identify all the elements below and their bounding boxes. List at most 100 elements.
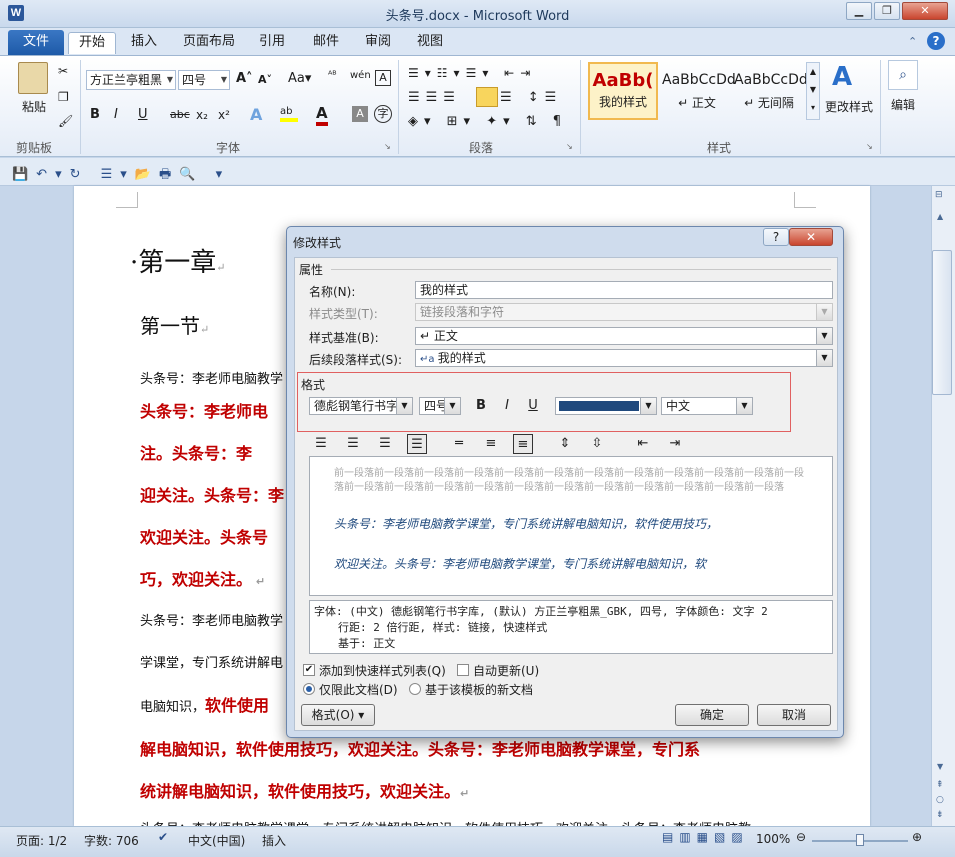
ribbon-collapse-icon[interactable]: ⌃ (908, 35, 917, 48)
new-documents-radio[interactable] (409, 683, 421, 695)
format-menu-button[interactable]: 格式(O) ▾ (301, 704, 375, 726)
next-style-select[interactable]: ↵a 我的样式 ▼ (415, 349, 833, 367)
tab-file[interactable]: 文件 (8, 30, 64, 55)
align-right-button[interactable]: ☰ (375, 434, 395, 454)
tab-references[interactable]: 引用 (252, 32, 292, 54)
paste-button[interactable]: 粘贴 (14, 98, 54, 115)
underline-button[interactable]: U (138, 107, 148, 122)
zoom-slider-thumb[interactable] (856, 834, 864, 846)
italic-button[interactable]: I (114, 107, 118, 122)
only-this-document-radio[interactable] (303, 683, 315, 695)
cancel-button[interactable]: 取消 (757, 704, 831, 726)
tab-page-layout[interactable]: 页面布局 (178, 32, 240, 54)
style-name-input[interactable]: 我的样式 (415, 281, 833, 299)
ruler-toggle-icon[interactable]: ⊟ (935, 190, 943, 200)
style-my-style[interactable]: AaBb( 我的样式 (588, 62, 658, 120)
auto-update-checkbox[interactable] (457, 664, 469, 676)
styles-scroll-icon[interactable]: ▲ ▼ ▾ (806, 62, 820, 120)
change-styles-icon[interactable]: A (832, 62, 852, 92)
dialog-italic-button[interactable]: I (497, 396, 517, 416)
align-justify-button[interactable]: ☰ (407, 434, 427, 454)
ok-button[interactable]: 确定 (675, 704, 749, 726)
view-buttons[interactable]: ▤▥▦▧▨ (662, 830, 749, 844)
add-quick-style-checkbox[interactable]: ✔ (303, 664, 315, 676)
clear-formatting-icon[interactable]: ᴬᴮ (328, 70, 337, 81)
word-count[interactable]: 字数: 706 (84, 832, 139, 849)
single-spacing-button[interactable]: ═ (449, 434, 469, 454)
distribute-line-spacing-buttons[interactable]: ☰ ↕☰ (500, 90, 562, 105)
dialog-script-select[interactable]: 中文 ▼ (661, 397, 753, 415)
font-name-combo[interactable]: 方正兰亭粗黑 ▼ (86, 70, 176, 90)
maximize-button[interactable]: ❐ (874, 2, 900, 20)
zoom-in-icon[interactable]: ⊕ (912, 830, 922, 844)
paragraph-dialog-launcher-icon[interactable]: ↘ (566, 142, 573, 151)
scroll-down-icon[interactable]: ▼ (937, 762, 943, 771)
minimize-button[interactable]: ▁ (846, 2, 872, 20)
tab-insert[interactable]: 插入 (124, 32, 164, 54)
text-effects-icon[interactable]: A (250, 105, 262, 124)
scroll-up-icon[interactable]: ▲ (937, 212, 943, 221)
character-shading-icon[interactable]: A (352, 106, 368, 122)
editing-button[interactable]: 编辑 (884, 96, 922, 113)
increase-paragraph-spacing-button[interactable]: ⇕ (555, 434, 575, 454)
double-spacing-button[interactable]: ≡ (513, 434, 533, 454)
list-buttons-row[interactable]: ☰▾☷▾☰▾ ⇤⇥ (408, 66, 536, 80)
grow-font-icon[interactable]: A˄ (236, 71, 253, 86)
zoom-out-icon[interactable]: ⊖ (796, 830, 806, 844)
scrollbar-thumb[interactable] (932, 250, 952, 395)
cut-icon[interactable]: ✂ (58, 64, 68, 78)
font-dialog-launcher-icon[interactable]: ↘ (384, 142, 391, 151)
shrink-font-icon[interactable]: A˅ (258, 73, 272, 86)
character-border-icon[interactable]: A (375, 70, 391, 86)
dialog-bold-button[interactable]: B (471, 396, 491, 416)
dialog-font-color-select[interactable]: ▼ (555, 397, 657, 415)
decrease-paragraph-spacing-button[interactable]: ⇳ (587, 434, 607, 454)
font-color-icon[interactable]: A (316, 104, 328, 126)
font-size-combo[interactable]: 四号 ▼ (178, 70, 230, 90)
align-left-button[interactable]: ☰ (311, 434, 331, 454)
increase-indent-button[interactable]: ⇥ (665, 434, 685, 454)
dialog-help-button[interactable]: ? (763, 228, 789, 246)
tab-view[interactable]: 视图 (410, 32, 450, 54)
find-binoculars-icon[interactable]: ⌕ (888, 60, 918, 90)
shading-border-buttons[interactable]: ◈▾ ⊞▾ ✦▾ ⇅ ¶ (408, 114, 567, 129)
tab-review[interactable]: 审阅 (358, 32, 398, 54)
quick-access-icons[interactable]: 💾↶▾↻ ☰▾📂🖶🔍 ▾ (12, 165, 230, 187)
highlight-icon[interactable]: ab (280, 106, 298, 122)
bold-button[interactable]: B (90, 107, 100, 122)
style-normal[interactable]: AaBbCcDd ↵ 正文 (662, 62, 736, 120)
dialog-font-size-select[interactable]: 四号 ▼ (419, 397, 461, 415)
dialog-close-button[interactable]: ✕ (789, 228, 833, 246)
tab-mailings[interactable]: 邮件 (306, 32, 346, 54)
alignment-buttons-row[interactable]: ☰☰☰ (408, 90, 461, 105)
subscript-button[interactable]: x₂ (196, 108, 208, 122)
styles-dialog-launcher-icon[interactable]: ↘ (866, 142, 873, 151)
strikethrough-button[interactable]: abc (170, 108, 190, 121)
enclose-characters-icon[interactable]: 字 (374, 105, 392, 123)
page-count[interactable]: 页面: 1/2 (16, 832, 67, 849)
align-center-button[interactable]: ☰ (343, 434, 363, 454)
dialog-font-name-select[interactable]: 德彪钢笔行书字 ▼ (309, 397, 413, 415)
paste-icon[interactable] (18, 62, 48, 94)
decrease-indent-button[interactable]: ⇤ (633, 434, 653, 454)
copy-icon[interactable]: ❐ (58, 90, 69, 104)
zoom-level[interactable]: 100% (756, 832, 790, 846)
justify-button[interactable] (476, 87, 498, 107)
proofing-icon[interactable]: ✔ (158, 830, 168, 844)
browse-object-icons[interactable]: ⇞ ○ ⇟ (936, 778, 944, 823)
style-no-spacing[interactable]: AaBbCcDd ↵ 无间隔 (734, 62, 808, 120)
phonetic-guide-icon[interactable]: wén (350, 70, 371, 81)
change-case-icon[interactable]: Aa▾ (288, 71, 311, 86)
style-base-select[interactable]: ↵ 正文 ▼ (415, 327, 833, 345)
one-half-spacing-button[interactable]: ≡ (481, 434, 501, 454)
close-window-button[interactable]: ✕ (902, 2, 948, 20)
change-styles-button[interactable]: 更改样式 (822, 98, 876, 115)
superscript-button[interactable]: x² (218, 108, 230, 122)
tab-home[interactable]: 开始 (68, 32, 116, 54)
dialog-body: 属性 名称(N): 我的样式 样式类型(T): 链接段落和字符 ▼ 样式基准(B)… (294, 257, 838, 731)
format-painter-icon[interactable]: 🖌 (58, 114, 73, 128)
dialog-underline-button[interactable]: U (523, 396, 543, 416)
language-indicator[interactable]: 中文(中国) (188, 832, 245, 849)
insert-mode-indicator[interactable]: 插入 (262, 832, 286, 849)
help-icon[interactable]: ? (927, 32, 945, 50)
